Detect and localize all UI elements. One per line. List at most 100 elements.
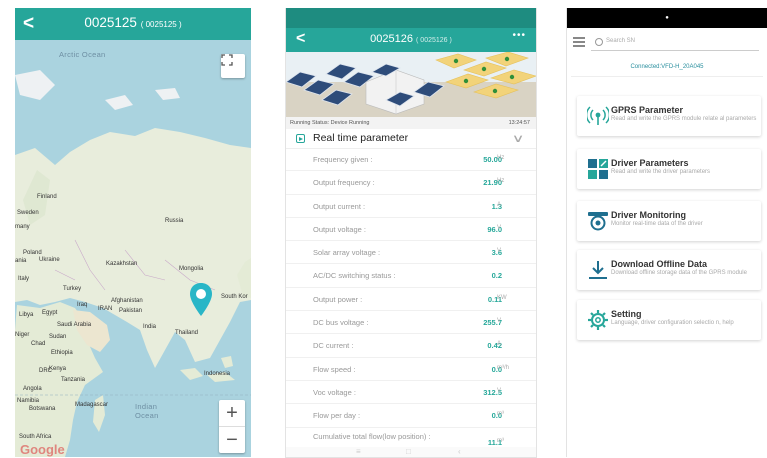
nav-back-icon[interactable]: ‹ (458, 447, 461, 456)
label-finland: Finland (37, 194, 57, 200)
world-map[interactable]: Arctic Ocean Finland Sweden Russia many … (15, 40, 251, 457)
label-saudi-arabia: Saudi Arabia (57, 322, 92, 328)
label-south-africa: South Africa (19, 434, 52, 440)
parameter-row: Output voltage :96.0 V (286, 218, 536, 242)
fullscreen-icon (221, 54, 233, 66)
gear-icon (588, 310, 608, 330)
parameter-row: Solar array voltage :3.6 V (286, 241, 536, 265)
label-thailand: Thailand (175, 330, 199, 336)
status-bar: ● (567, 8, 767, 28)
label-russia: Russia (165, 218, 184, 224)
device-id-sub: ( 0025125 ) (140, 20, 182, 29)
search-input[interactable]: Search SN (591, 35, 759, 51)
parameter-unit: Hz (497, 178, 505, 185)
status-timestamp: 13:24:57 (508, 120, 530, 126)
parameter-label: Flow per day : (313, 411, 361, 421)
card-setting[interactable]: Setting Language, driver configuration s… (577, 300, 761, 340)
label-india: India (143, 324, 157, 330)
parameter-row: Frequency given :50.00 Hz (286, 148, 536, 172)
status-bar (286, 8, 536, 28)
label-indonesia: Indonesia (204, 371, 231, 377)
label-egypt: Egypt (42, 310, 58, 316)
device-id: 0025126 (370, 33, 413, 45)
label-south-korea: South Kor (221, 294, 248, 300)
parameter-unit: V (497, 248, 502, 255)
parameter-row: Output power :0.11 KW (286, 288, 536, 312)
parameter-unit: V (497, 387, 502, 394)
card-download-offline-data[interactable]: Download Offline Data Download offline s… (577, 250, 761, 290)
card-description: Monitor real-time data of the driver (611, 221, 703, 227)
parameter-label: Cumulative total flow(low position) : (313, 431, 431, 441)
card-description: Read and write the driver parameters (611, 169, 711, 175)
map-land-shapes (15, 70, 251, 457)
parameter-row: Output current :1.3 A (286, 195, 536, 218)
real-time-parameter-section-header[interactable]: Real time parameter ∨ (286, 129, 536, 149)
search-icon (595, 38, 603, 46)
parameter-label: Frequency given : (313, 155, 373, 164)
parameter-unit: KW (497, 294, 507, 301)
device-id: 0025125 (84, 15, 137, 30)
play-icon (296, 134, 305, 143)
android-nav-bar: ≡ □ ‹ (286, 447, 536, 457)
connection-status: Connected:VFD-H_20A045 (630, 64, 704, 70)
grid-icon (588, 159, 608, 179)
label-tanzania: Tanzania (61, 377, 86, 383)
label-chad: Chad (31, 341, 46, 347)
label-botswana: Botswana (29, 406, 56, 412)
card-title: Download Offline Data (611, 259, 708, 269)
parameter-label: Output voltage : (313, 224, 366, 234)
nav-home-icon[interactable]: □ (406, 447, 411, 456)
parameter-value: 0.2 (491, 271, 502, 281)
device-id-sub: ( 0025126 ) (416, 37, 452, 44)
label-pakistan: Pakistan (119, 308, 143, 314)
solar-farm-illustration (286, 52, 536, 117)
fullscreen-button[interactable] (221, 54, 245, 78)
label-iraq: Iraq (77, 302, 88, 308)
signal-icon (587, 106, 609, 125)
parameter-unit: m³ (497, 411, 504, 418)
label-poland: Poland (23, 250, 42, 256)
label-arctic-ocean: Arctic Ocean (59, 50, 106, 59)
running-status-bar: Running Status: Device Running 13:24:57 (286, 117, 536, 129)
google-logo: Google (20, 442, 65, 457)
search-placeholder: Search SN (606, 38, 636, 44)
zoom-out-button[interactable]: − (219, 427, 245, 453)
zoom-in-button[interactable]: + (219, 400, 245, 427)
card-gprs-parameter[interactable]: GPRS Parameter Read and write the GPRS m… (577, 96, 761, 136)
card-title: Driver Monitoring (611, 210, 687, 220)
label-madagascar: Madagascar (75, 402, 109, 408)
parameter-row: Flow speed :0.0 m³/h (286, 358, 536, 381)
parameter-screen: < 0025126 ( 0025126 ) ••• Running Status… (285, 8, 537, 458)
label-indian-ocean-1: Indian (135, 402, 158, 411)
parameter-row: Output frequency :21.90 Hz (286, 171, 536, 195)
chevron-down-icon[interactable]: ∨ (512, 132, 525, 145)
parameter-unit: m³/h (497, 364, 509, 371)
zoom-controls: + − (219, 400, 245, 453)
parameter-unit: V (497, 318, 502, 325)
card-driver-parameters[interactable]: Driver Parameters Read and write the dri… (577, 149, 761, 189)
parameter-row: Flow per day :0.0 m³ (286, 404, 536, 428)
card-description: Download offline storage data of the GPR… (611, 270, 747, 276)
download-icon (589, 261, 607, 279)
label-sweden: Sweden (17, 210, 39, 216)
nav-menu-icon[interactable]: ≡ (356, 447, 361, 456)
parameter-label: Voc voltage : (313, 387, 356, 397)
hamburger-menu-icon[interactable] (573, 37, 585, 49)
more-options-icon[interactable]: ••• (512, 30, 526, 41)
label-turkey: Turkey (63, 286, 82, 292)
param-header: < 0025126 ( 0025126 ) ••• (286, 28, 536, 52)
label-sudan: Sudan (49, 334, 67, 340)
label-romania: ania (15, 258, 27, 264)
status-dot-icon: ● (665, 15, 669, 21)
label-iran: IRAN (98, 306, 113, 312)
parameter-unit: A (497, 341, 502, 348)
parameter-label: Solar array voltage : (313, 248, 381, 258)
label-mongolia: Mongolia (179, 266, 204, 272)
parameter-label: AC/DC switching status : (313, 271, 396, 281)
card-driver-monitoring[interactable]: Driver Monitoring Monitor real-time data… (577, 201, 761, 241)
parameter-label: Output power : (313, 294, 363, 304)
parameter-label: Flow speed : (313, 364, 356, 374)
parameter-unit: V (497, 224, 502, 231)
card-title: Driver Parameters (611, 158, 689, 168)
parameter-row: AC/DC switching status : 0.2 (286, 264, 536, 288)
